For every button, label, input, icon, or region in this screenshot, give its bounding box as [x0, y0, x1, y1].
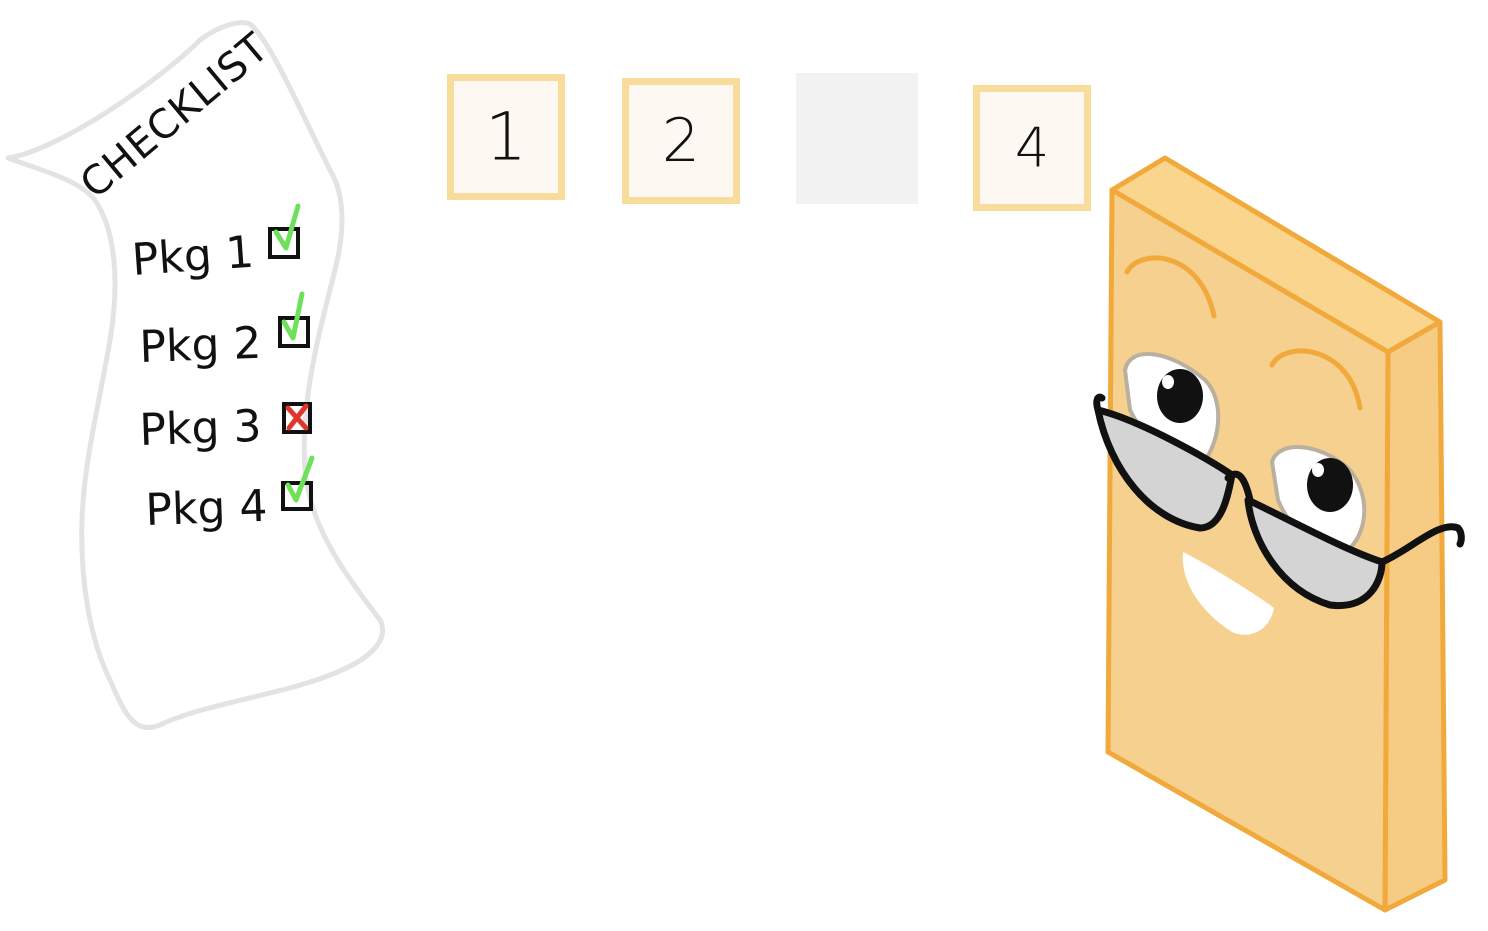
glasses-block-character [1093, 155, 1465, 913]
character-right-pupil-highlight [1312, 463, 1324, 477]
checklist-item-2-label: Pkg 2 [139, 318, 263, 373]
checklist-item-1-label: Pkg 1 [130, 227, 255, 286]
checklist-item-4-label: Pkg 4 [145, 481, 269, 536]
package-number-4: 4 [1014, 116, 1050, 180]
package-box-4: 4 [973, 85, 1091, 211]
package-box-2: 2 [622, 78, 740, 204]
character-left-pupil-highlight [1162, 375, 1174, 389]
checklist-item-3-label: Pkg 3 [139, 401, 263, 456]
package-number-1: 1 [485, 98, 527, 176]
illustration-scene: CHECKLIST Pkg 1 Pkg 2 Pkg 3 Pkg 4 [5, 20, 1465, 913]
package-slot-3-empty [796, 73, 918, 204]
package-number-2: 2 [661, 106, 701, 176]
character-side-face [1382, 319, 1448, 913]
package-box-1: 1 [447, 74, 565, 200]
checklist-paper: CHECKLIST Pkg 1 Pkg 2 Pkg 3 Pkg 4 [5, 20, 385, 731]
